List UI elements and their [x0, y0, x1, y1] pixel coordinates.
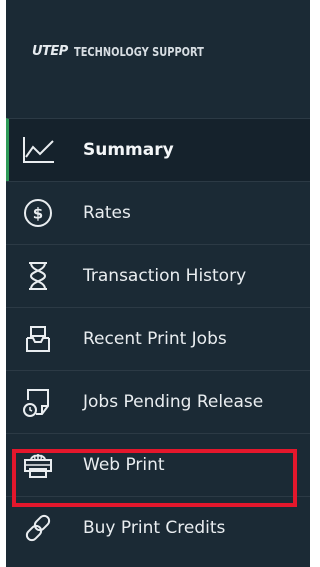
link-icon: [20, 510, 56, 546]
hourglass-icon: [20, 258, 56, 294]
chart-line-icon: [20, 132, 56, 168]
web-printer-icon: [20, 447, 56, 483]
sidebar-item-transaction-history[interactable]: Transaction History: [6, 244, 310, 307]
sidebar-item-label: Web Print: [83, 455, 165, 475]
sidebar-item-label: Recent Print Jobs: [83, 329, 227, 349]
sidebar-item-label: Buy Print Credits: [83, 518, 226, 538]
brand-title: TECHNOLOGY SUPPORT: [73, 44, 204, 59]
sidebar-header: UTEP TECHNOLOGY SUPPORT: [6, 0, 310, 118]
sidebar-item-rates[interactable]: $ Rates: [6, 181, 310, 244]
sidebar-item-label: Rates: [83, 203, 131, 223]
sidebar-item-label: Summary: [83, 140, 174, 160]
sidebar: UTEP TECHNOLOGY SUPPORT Summary $ Rates: [6, 0, 310, 567]
svg-text:$: $: [33, 205, 43, 223]
dollar-circle-icon: $: [20, 195, 56, 231]
sidebar-item-buy-print-credits[interactable]: Buy Print Credits: [6, 496, 310, 559]
sidebar-item-label: Transaction History: [83, 266, 247, 286]
printer-tray-icon: [20, 321, 56, 357]
sidebar-item-label: Jobs Pending Release: [83, 392, 264, 412]
pending-document-icon: [20, 384, 56, 420]
brand[interactable]: UTEP TECHNOLOGY SUPPORT: [32, 44, 232, 59]
sidebar-item-recent-print-jobs[interactable]: Recent Print Jobs: [6, 307, 310, 370]
sidebar-item-web-print[interactable]: Web Print: [6, 433, 310, 496]
utep-logo: UTEP: [32, 44, 68, 59]
sidebar-nav: Summary $ Rates Transaction History Rece…: [6, 118, 310, 559]
sidebar-item-summary[interactable]: Summary: [6, 118, 310, 181]
sidebar-item-jobs-pending-release[interactable]: Jobs Pending Release: [6, 370, 310, 433]
